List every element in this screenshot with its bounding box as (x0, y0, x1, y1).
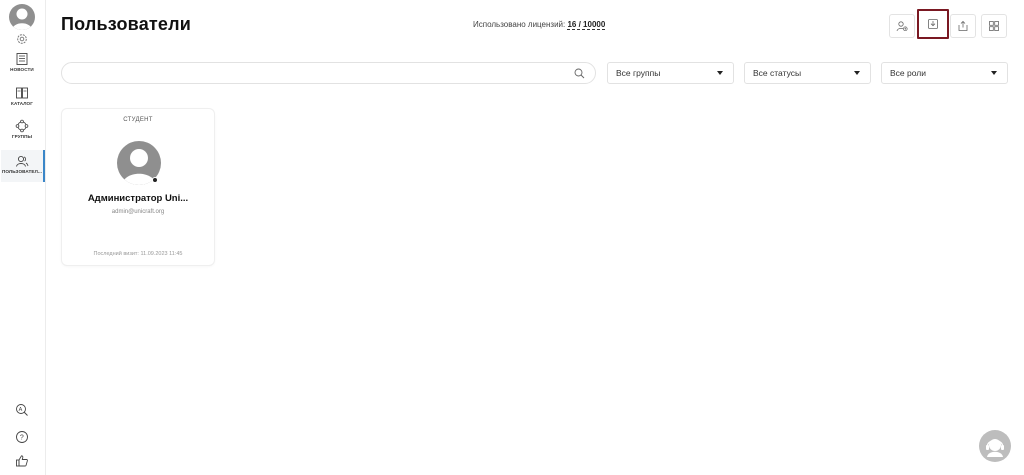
news-icon (16, 53, 28, 65)
profile-avatar[interactable] (9, 4, 35, 30)
upload-icon (958, 20, 968, 31)
grid-view-icon (989, 21, 999, 31)
upload-button[interactable] (950, 14, 976, 38)
svg-text:?: ? (20, 434, 24, 441)
sidebar-item-label: ПОЛЬЗОВАТЕЛ... (1, 169, 43, 174)
catalog-icon (16, 87, 28, 99)
roles-select-value: Все роли (890, 68, 926, 78)
sidebar-item-users[interactable]: ПОЛЬЗОВАТЕЛ... (1, 150, 45, 182)
sidebar-item-news[interactable]: НОВОСТИ (2, 52, 42, 86)
page-title: Пользователи (61, 14, 192, 34)
licenses-count[interactable]: 16 / 10000 (567, 20, 606, 30)
sidebar: НОВОСТИ КАТАЛОГ ГРУППЫ ПОЛЬЗОВАТЕЛ... A … (0, 0, 46, 475)
sidebar-item-groups[interactable]: ГРУППЫ (2, 119, 42, 153)
grid-view-button[interactable] (981, 14, 1007, 38)
licenses-info: Использовано лицензий: 16 / 10000 (473, 20, 606, 30)
settings-gear-icon[interactable] (16, 32, 28, 44)
user-name[interactable]: Администратор Uni... (62, 193, 214, 204)
download-button[interactable] (917, 9, 949, 39)
support-button[interactable] (979, 430, 1011, 462)
translate-icon[interactable]: A (15, 403, 29, 417)
user-last-visit: Последний визит: 11.09.2023 11:45 (93, 251, 183, 257)
download-icon (928, 19, 938, 29)
thumbs-up-icon[interactable] (15, 454, 29, 468)
svg-text:A: A (19, 407, 23, 413)
app: НОВОСТИ КАТАЛОГ ГРУППЫ ПОЛЬЗОВАТЕЛ... A … (0, 0, 1024, 475)
groups-select[interactable]: Все группы (607, 62, 734, 84)
users-icon (16, 155, 29, 167)
headset-icon (986, 439, 1004, 457)
search-input[interactable] (62, 63, 562, 83)
chevron-down-icon (854, 71, 860, 75)
add-user-button[interactable] (889, 14, 915, 38)
licenses-label: Использовано лицензий: (473, 20, 566, 29)
groups-select-value: Все группы (616, 68, 661, 78)
user-card[interactable]: СТУДЕНТ Администратор Uni... admin@unicr… (61, 108, 215, 266)
search-icon[interactable] (574, 68, 585, 79)
user-role: СТУДЕНТ (123, 117, 153, 123)
sidebar-item-label: ГРУППЫ (11, 134, 33, 139)
statuses-select[interactable]: Все статусы (744, 62, 871, 84)
sidebar-item-label: КАТАЛОГ (11, 101, 33, 106)
sidebar-item-catalog[interactable]: КАТАЛОГ (2, 86, 42, 120)
search-box (61, 62, 596, 84)
chevron-down-icon (717, 71, 723, 75)
user-email: admin@unicraft.org (111, 209, 165, 215)
online-status-dot (152, 177, 158, 183)
help-icon[interactable]: ? (15, 430, 29, 444)
chevron-down-icon (991, 71, 997, 75)
groups-icon (15, 119, 29, 133)
sidebar-item-label: НОВОСТИ (10, 67, 34, 72)
roles-select[interactable]: Все роли (881, 62, 1008, 84)
add-user-icon (896, 21, 908, 32)
statuses-select-value: Все статусы (753, 68, 802, 78)
